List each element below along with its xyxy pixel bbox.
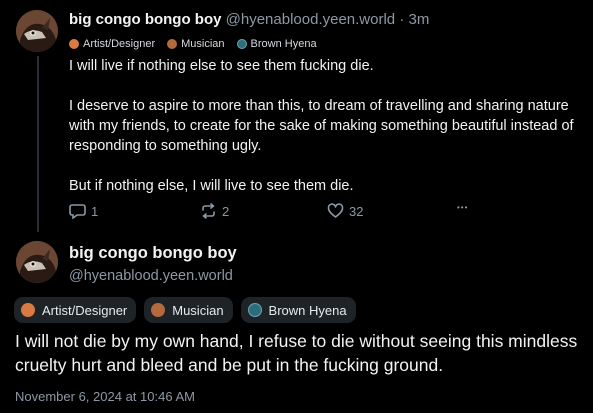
handle[interactable]: @hyenablood.yeen.world <box>226 11 396 28</box>
post-time[interactable]: 3m <box>409 11 430 28</box>
post-timestamp[interactable]: November 6, 2024 at 10:46 AM <box>15 389 195 404</box>
badge-label: Brown Hyena <box>250 38 317 50</box>
fox-icon <box>69 39 79 49</box>
avatar[interactable] <box>16 10 58 52</box>
display-name[interactable]: big congo bongo boy <box>69 11 221 28</box>
avatar[interactable] <box>16 241 58 283</box>
reply-icon <box>69 204 86 219</box>
more-icon: ••• <box>457 203 469 212</box>
badge-label: Artist/Designer <box>83 38 156 50</box>
post-paragraph: I deserve to aspire to more than this, t… <box>69 98 574 154</box>
badge-label: Musician <box>172 302 224 318</box>
musician-icon <box>167 39 178 49</box>
handle[interactable]: @hyenablood.yeen.world <box>69 266 237 286</box>
more-options-button[interactable]: ••• <box>457 203 468 212</box>
post-paragraph: But if nothing else, I will live to see … <box>69 178 354 194</box>
repost-button[interactable]: 2 <box>200 203 229 219</box>
heart-icon <box>327 203 344 218</box>
post-author[interactable]: big congo bongo boy @hyenablood.yeen.wor… <box>69 243 237 286</box>
badge[interactable]: Artist/Designer <box>14 297 137 323</box>
hyena-icon <box>247 303 262 317</box>
display-name[interactable]: big congo bongo boy <box>69 243 237 263</box>
badge-label: Artist/Designer <box>42 302 128 318</box>
post-body: I will live if nothing else to see them … <box>69 56 579 196</box>
post-header: big congo bongo boy @hyenablood.yeen.wor… <box>69 10 579 30</box>
fox-icon <box>21 303 35 317</box>
badge[interactable]: Brown Hyena <box>240 297 356 323</box>
badge[interactable]: Musician <box>167 38 225 50</box>
thread-line <box>37 56 39 232</box>
badge-list: Artist/Designer Musician Brown Hyena <box>14 297 356 323</box>
reply-button[interactable]: 1 <box>69 203 98 219</box>
repost-icon <box>202 203 215 219</box>
like-button[interactable]: 32 <box>327 203 363 219</box>
badge[interactable]: Brown Hyena <box>236 38 317 50</box>
hyena-icon <box>236 39 247 49</box>
badge-label: Brown Hyena <box>268 302 347 318</box>
badge[interactable]: Musician <box>144 297 233 323</box>
badge-label: Musician <box>181 38 225 50</box>
badge-list: Artist/Designer Musician Brown Hyena <box>69 36 579 52</box>
post-paragraph: I will live if nothing else to see them … <box>69 58 374 74</box>
musician-icon <box>151 303 166 317</box>
post-card[interactable]: big congo bongo boy @hyenablood.yeen.wor… <box>69 10 579 196</box>
repost-count: 2 <box>222 203 230 219</box>
separator: · <box>399 11 405 28</box>
post-actions: 1 2 32 ••• <box>69 203 489 221</box>
badge[interactable]: Artist/Designer <box>69 38 155 50</box>
like-count: 32 <box>349 203 364 219</box>
post-text: I will not die by my own hand, I refuse … <box>15 331 578 375</box>
reply-count: 1 <box>91 203 99 219</box>
